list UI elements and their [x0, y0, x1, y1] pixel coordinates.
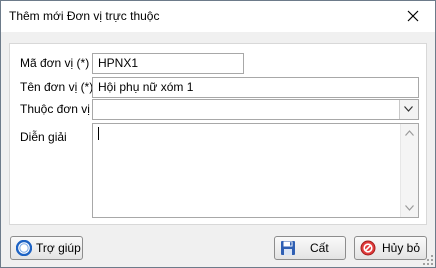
- dropdown-button[interactable]: [399, 100, 418, 119]
- save-button[interactable]: Cất: [274, 236, 346, 260]
- dien-giai-label: Diễn giải: [20, 130, 67, 144]
- resize-grip-icon[interactable]: [423, 255, 433, 265]
- window-title: Thêm mới Đơn vị trực thuộc: [9, 9, 160, 23]
- dialog-window: Thêm mới Đơn vị trực thuộc Mã đơn vị (*)…: [0, 0, 436, 268]
- save-button-label: Cất: [310, 241, 329, 255]
- close-icon: [407, 10, 419, 22]
- dien-giai-textarea[interactable]: [92, 123, 419, 218]
- help-icon: [16, 240, 32, 256]
- thuoc-don-vi-label: Thuộc đơn vị: [20, 102, 90, 116]
- close-button[interactable]: [391, 1, 435, 32]
- cancel-icon: [360, 240, 376, 256]
- help-button-label: Trợ giúp: [36, 241, 81, 255]
- ma-don-vi-label: Mã đơn vị (*): [20, 56, 90, 70]
- text-caret: [98, 127, 99, 140]
- title-bar[interactable]: Thêm mới Đơn vị trực thuộc: [1, 1, 435, 32]
- cancel-button[interactable]: Hủy bỏ: [354, 236, 427, 260]
- dialog-body: Mã đơn vị (*) HPNX1 Tên đơn vị (*) Hội p…: [1, 32, 435, 267]
- floppy-disk-icon: [281, 241, 295, 255]
- chevron-down-icon: [404, 106, 413, 112]
- form-panel: Mã đơn vị (*) HPNX1 Tên đơn vị (*) Hội p…: [9, 43, 427, 225]
- vertical-scrollbar[interactable]: [400, 124, 418, 217]
- scroll-down-arrow-icon[interactable]: [405, 205, 414, 211]
- ten-don-vi-label: Tên đơn vị (*): [20, 80, 94, 94]
- scroll-up-arrow-icon[interactable]: [405, 130, 414, 136]
- thuoc-don-vi-select[interactable]: [92, 99, 419, 120]
- help-button[interactable]: Trợ giúp: [10, 236, 83, 260]
- ten-don-vi-input[interactable]: Hội phụ nữ xóm 1: [92, 77, 419, 98]
- ma-don-vi-input[interactable]: HPNX1: [92, 53, 244, 74]
- cancel-button-label: Hủy bỏ: [382, 241, 421, 255]
